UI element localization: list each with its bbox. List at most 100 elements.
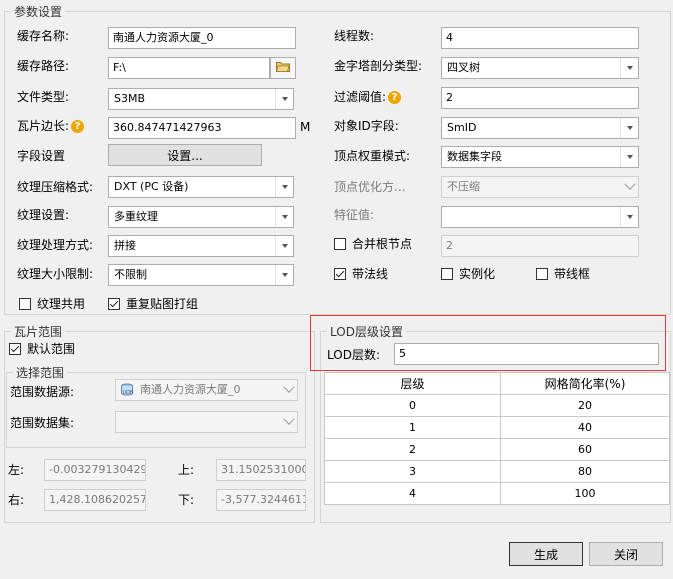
select-range-legend: 选择范围 (16, 366, 65, 380)
lod-count-label: LOD层数: (327, 348, 380, 362)
table-row[interactable]: 0 20 (324, 394, 670, 417)
level-cell: 1 (324, 416, 501, 439)
range-dataset-label: 范围数据集: (10, 416, 75, 430)
bounds-right-input: 1,428.10862025721 (44, 489, 146, 511)
filter-threshold-input[interactable]: 2 (441, 87, 639, 109)
thread-count-input[interactable]: 4 (441, 27, 639, 49)
table-row[interactable]: 2 60 (324, 438, 670, 461)
chevron-down-icon (623, 178, 636, 190)
instancing-checkbox[interactable] (441, 268, 453, 280)
with-wireframe-checkbox[interactable] (536, 268, 548, 280)
feature-value-select[interactable] (441, 206, 639, 228)
rate-cell[interactable]: 60 (500, 438, 670, 461)
folder-icon (275, 61, 290, 75)
cache-name-label: 缓存名称: (17, 29, 70, 43)
chevron-down-icon (282, 381, 295, 393)
pyramid-type-select[interactable]: 四叉树 (441, 57, 639, 79)
cache-name-input[interactable]: 南通人力资源大厦_0 (108, 27, 296, 49)
range-dataset-select (115, 411, 298, 433)
level-cell: 3 (324, 460, 501, 483)
feature-value-label: 特征值: (334, 208, 375, 222)
help-icon[interactable]: ? (71, 120, 85, 133)
rate-cell[interactable]: 40 (500, 416, 670, 439)
field-settings-button[interactable]: 设置... (108, 144, 262, 166)
chevron-down-icon (282, 413, 295, 425)
bounds-left-label: 左: (8, 463, 25, 477)
tile-side-input[interactable]: 360.847471427963 (108, 117, 296, 139)
rate-cell[interactable]: 100 (500, 482, 670, 505)
file-type-select[interactable]: S3MB (108, 88, 294, 110)
default-range-checkbox[interactable] (9, 343, 21, 355)
help-icon[interactable]: ? (388, 91, 402, 104)
vertex-weight-label: 顶点权重模式: (334, 149, 411, 163)
tile-side-label-text: 瓦片边长: (17, 119, 70, 133)
file-type-value: S3MB (114, 92, 146, 105)
tile-range-legend: 瓦片范围 (14, 325, 63, 339)
range-source-select: UDB 南通人力资源大厦_0 (115, 379, 298, 401)
default-range-label: 默认范围 (27, 342, 76, 356)
generate-button[interactable]: 生成 (509, 542, 583, 566)
datasource-icon: UDB (120, 383, 135, 400)
table-row[interactable]: 1 40 (324, 416, 670, 439)
dropdown-arrow-icon (281, 185, 288, 189)
bounds-top-label: 上: (178, 463, 195, 477)
texture-process-value: 拼接 (114, 239, 136, 252)
texture-process-select[interactable]: 拼接 (108, 235, 294, 257)
cache-path-input[interactable]: F:\ (108, 57, 270, 79)
table-row[interactable]: 3 80 (324, 460, 670, 483)
merge-root-label: 合并根节点 (352, 237, 413, 251)
texture-compress-select[interactable]: DXT (PC 设备) (108, 176, 294, 198)
texture-size-value: 不限制 (114, 268, 147, 281)
file-type-label: 文件类型: (17, 90, 70, 104)
texture-compress-value: DXT (PC 设备) (114, 180, 189, 193)
thread-count-label: 线程数: (334, 29, 375, 43)
params-legend: 参数设置 (14, 5, 63, 19)
dropdown-arrow-icon (281, 273, 288, 277)
instancing-label: 实例化 (459, 267, 496, 281)
range-source-label: 范围数据源: (10, 385, 75, 399)
repeat-texture-checkbox[interactable] (108, 298, 120, 310)
texture-settings-value: 多重纹理 (114, 210, 158, 223)
merge-root-input: 2 (441, 235, 639, 257)
vertex-weight-value: 数据集字段 (447, 150, 502, 163)
browse-folder-button[interactable] (270, 57, 296, 79)
bounds-top-input: 31.15025310005 (216, 459, 306, 481)
texture-settings-select[interactable]: 多重纹理 (108, 206, 294, 228)
texture-size-select[interactable]: 不限制 (108, 264, 294, 286)
object-id-select[interactable]: SmID (441, 117, 639, 139)
level-cell: 0 (324, 394, 501, 417)
cache-path-label: 缓存路径: (17, 59, 70, 73)
vertex-optimize-label: 顶点优化方... (334, 180, 406, 194)
field-settings-label: 字段设置 (17, 149, 66, 163)
bounds-left-input: -0.003279130429 (44, 459, 146, 481)
dropdown-arrow-icon (281, 215, 288, 219)
bounds-bottom-input: -3,577.32446117 (216, 489, 306, 511)
dropdown-arrow-icon (626, 126, 633, 130)
tile-side-label: 瓦片边长:? (17, 118, 85, 134)
texture-share-checkbox[interactable] (19, 298, 31, 310)
bounds-bottom-label: 下: (178, 493, 195, 507)
close-button[interactable]: 关闭 (589, 542, 663, 566)
lod-table-header: 层级 网格简化率(%) (324, 372, 670, 395)
with-wireframe-label: 带线框 (554, 267, 591, 281)
level-cell: 4 (324, 482, 501, 505)
filter-threshold-label-text: 过滤阈值: (334, 90, 387, 104)
svg-text:UDB: UDB (123, 390, 135, 396)
texture-settings-label: 纹理设置: (17, 208, 70, 222)
merge-root-checkbox[interactable] (334, 238, 346, 250)
col-level-header: 层级 (324, 372, 501, 395)
texture-size-label: 纹理大小限制: (17, 267, 94, 281)
lod-count-input[interactable]: 5 (394, 343, 659, 365)
texture-share-label: 纹理共用 (37, 297, 86, 311)
dropdown-arrow-icon (281, 97, 288, 101)
select-range-group: 选择范围 (6, 364, 306, 448)
vertex-weight-select[interactable]: 数据集字段 (441, 146, 639, 168)
repeat-texture-label: 重复贴图打组 (126, 297, 199, 311)
dropdown-arrow-icon (626, 66, 633, 70)
with-normals-checkbox[interactable] (334, 268, 346, 280)
dropdown-arrow-icon (281, 244, 288, 248)
rate-cell[interactable]: 20 (500, 394, 670, 417)
table-row[interactable]: 4 100 (324, 482, 670, 505)
rate-cell[interactable]: 80 (500, 460, 670, 483)
bounds-right-label: 右: (8, 493, 25, 507)
